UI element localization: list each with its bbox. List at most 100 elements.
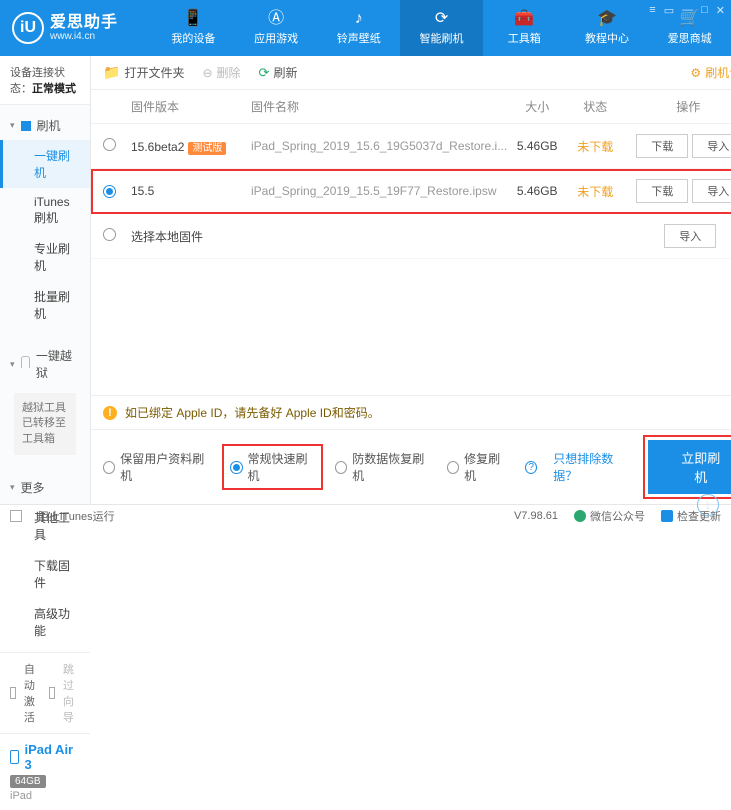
warning-icon: ! bbox=[103, 406, 117, 420]
device-type: iPad bbox=[10, 790, 80, 802]
info-icon[interactable]: ? bbox=[525, 461, 537, 474]
sidebar-item-oneclick[interactable]: 一键刷机 bbox=[0, 140, 90, 188]
chevron-down-icon: ▾ bbox=[10, 482, 15, 493]
sidebar-item-itunes[interactable]: iTunes刷机 bbox=[0, 188, 90, 233]
import-button[interactable]: 导入 bbox=[664, 224, 716, 248]
skip-guide-checkbox[interactable] bbox=[49, 687, 55, 699]
col-name: 固件名称 bbox=[251, 98, 507, 115]
nav-tutorial[interactable]: 🎓教程中心 bbox=[566, 0, 649, 56]
download-button[interactable]: 下载 bbox=[636, 134, 688, 158]
brand-name: 爱思助手 bbox=[50, 14, 118, 32]
maximize-icon[interactable]: □ bbox=[701, 4, 708, 17]
mode-dfu[interactable]: 防数据恢复刷机 bbox=[335, 450, 431, 484]
sidebar-section-flash[interactable]: ▾刷机 bbox=[0, 111, 90, 140]
device-icon: 📱 bbox=[183, 11, 203, 27]
flash-now-button[interactable]: 立即刷机 bbox=[648, 440, 731, 494]
open-folder-button[interactable]: 📁打开文件夹 bbox=[103, 64, 184, 81]
update-icon bbox=[661, 510, 673, 522]
radio-icon bbox=[447, 461, 459, 474]
firmware-row[interactable]: 15.5 iPad_Spring_2019_15.5_19F77_Restore… bbox=[91, 169, 731, 214]
row-radio[interactable] bbox=[103, 185, 116, 198]
nav-toolbox[interactable]: 🧰工具箱 bbox=[483, 0, 566, 56]
row-radio[interactable] bbox=[103, 138, 116, 151]
nav-apps[interactable]: Ⓐ应用游戏 bbox=[235, 0, 318, 56]
col-ops: 操作 bbox=[623, 98, 731, 115]
nav-ringtone[interactable]: ♪铃声壁纸 bbox=[317, 0, 400, 56]
auto-activate-label: 自动激活 bbox=[24, 661, 41, 725]
col-status: 状态 bbox=[567, 98, 623, 115]
block-itunes-label: 阻止iTunes运行 bbox=[38, 508, 115, 524]
nav-flash[interactable]: ⟳智能刷机 bbox=[400, 0, 483, 56]
lock-icon bbox=[21, 356, 30, 368]
download-badge[interactable]: ↓ bbox=[697, 494, 719, 516]
sidebar-section-jailbreak[interactable]: ▾一键越狱 bbox=[0, 341, 90, 387]
version-label: V7.98.61 bbox=[514, 510, 558, 522]
jailbreak-note: 越狱工具已转移至工具箱 bbox=[14, 393, 76, 455]
firmware-size: 5.46GB bbox=[507, 139, 567, 153]
download-button[interactable]: 下载 bbox=[636, 179, 688, 203]
folder-icon: 📁 bbox=[103, 64, 120, 81]
firmware-status: 未下载 bbox=[567, 138, 623, 155]
firmware-name: iPad_Spring_2019_15.6_19G5037d_Restore.i… bbox=[251, 139, 507, 153]
menu-icon[interactable]: ≡ bbox=[649, 4, 655, 17]
tutorial-icon: 🎓 bbox=[597, 11, 617, 27]
firmware-row[interactable]: 15.6beta2测试版 iPad_Spring_2019_15.6_19G50… bbox=[91, 124, 731, 169]
flash-settings-button[interactable]: ⚙刷机设置 bbox=[690, 64, 731, 81]
mode-repair[interactable]: 修复刷机 bbox=[447, 450, 509, 484]
refresh-icon: ⟳ bbox=[435, 11, 448, 27]
window-controls: ≡ ▭ — □ ✕ bbox=[649, 4, 725, 17]
skip-guide-label: 跳过向导 bbox=[63, 661, 80, 725]
refresh-icon: ⟳ bbox=[259, 65, 270, 81]
mode-keep[interactable]: 保留用户资料刷机 bbox=[103, 450, 210, 484]
brand-url: www.i4.cn bbox=[50, 31, 118, 42]
apps-icon: Ⓐ bbox=[268, 11, 284, 27]
auto-activate-checkbox[interactable] bbox=[10, 687, 16, 699]
exclude-data-link[interactable]: 只想排除数据？ bbox=[553, 450, 632, 484]
beta-badge: 测试版 bbox=[188, 142, 226, 155]
sidebar-item-adv[interactable]: 高级功能 bbox=[0, 598, 90, 646]
square-icon bbox=[21, 121, 31, 131]
gear-icon: ⚙ bbox=[690, 66, 701, 80]
firmware-size: 5.46GB bbox=[507, 184, 567, 198]
radio-icon bbox=[103, 461, 115, 474]
close-icon[interactable]: ✕ bbox=[716, 4, 725, 17]
delete-icon: ⊖ bbox=[202, 66, 212, 80]
col-version: 固件版本 bbox=[131, 98, 251, 115]
mode-normal[interactable]: 常规快速刷机 bbox=[226, 448, 319, 486]
music-icon: ♪ bbox=[355, 11, 363, 27]
device-name: iPad Air 3 bbox=[24, 742, 80, 772]
wechat-link[interactable]: 微信公众号 bbox=[574, 508, 645, 524]
radio-icon bbox=[230, 461, 242, 474]
nav-my-device[interactable]: 📱我的设备 bbox=[152, 0, 235, 56]
sidebar-section-more[interactable]: ▾更多 bbox=[0, 473, 90, 502]
row-radio[interactable] bbox=[103, 228, 116, 241]
device-panel[interactable]: iPad Air 3 64GB iPad bbox=[0, 733, 90, 810]
local-firmware-label: 选择本地固件 bbox=[131, 228, 623, 245]
wechat-icon bbox=[574, 510, 586, 522]
col-size: 大小 bbox=[507, 98, 567, 115]
radio-icon bbox=[335, 461, 347, 474]
local-firmware-row[interactable]: 选择本地固件 导入 bbox=[91, 214, 731, 259]
firmware-status: 未下载 bbox=[567, 183, 623, 200]
block-itunes-checkbox[interactable] bbox=[10, 510, 22, 522]
delete-button: ⊖删除 bbox=[202, 64, 240, 81]
import-button[interactable]: 导入 bbox=[692, 134, 731, 158]
device-capacity: 64GB bbox=[10, 775, 46, 788]
connection-status: 设备连接状态：正常模式 bbox=[0, 56, 90, 105]
sidebar-item-batch[interactable]: 批量刷机 bbox=[0, 281, 90, 329]
compact-icon[interactable]: ▭ bbox=[664, 4, 674, 17]
toolbox-icon: 🧰 bbox=[514, 11, 534, 27]
table-header: 固件版本 固件名称 大小 状态 操作 bbox=[91, 90, 731, 124]
chevron-down-icon: ▾ bbox=[10, 120, 15, 131]
sidebar-item-pro[interactable]: 专业刷机 bbox=[0, 233, 90, 281]
firmware-name: iPad_Spring_2019_15.5_19F77_Restore.ipsw bbox=[251, 184, 507, 198]
minimize-icon[interactable]: — bbox=[682, 4, 693, 17]
logo-icon: iU bbox=[12, 12, 44, 44]
refresh-button[interactable]: ⟳刷新 bbox=[259, 64, 298, 81]
chevron-down-icon: ▾ bbox=[10, 359, 15, 370]
sidebar-item-dlfw[interactable]: 下载固件 bbox=[0, 550, 90, 598]
appleid-notice: ! 如已绑定 Apple ID，请先备好 Apple ID和密码。 × bbox=[91, 395, 731, 429]
app-logo: iU 爱思助手 www.i4.cn bbox=[0, 0, 152, 56]
import-button[interactable]: 导入 bbox=[692, 179, 731, 203]
ipad-icon bbox=[10, 750, 19, 764]
